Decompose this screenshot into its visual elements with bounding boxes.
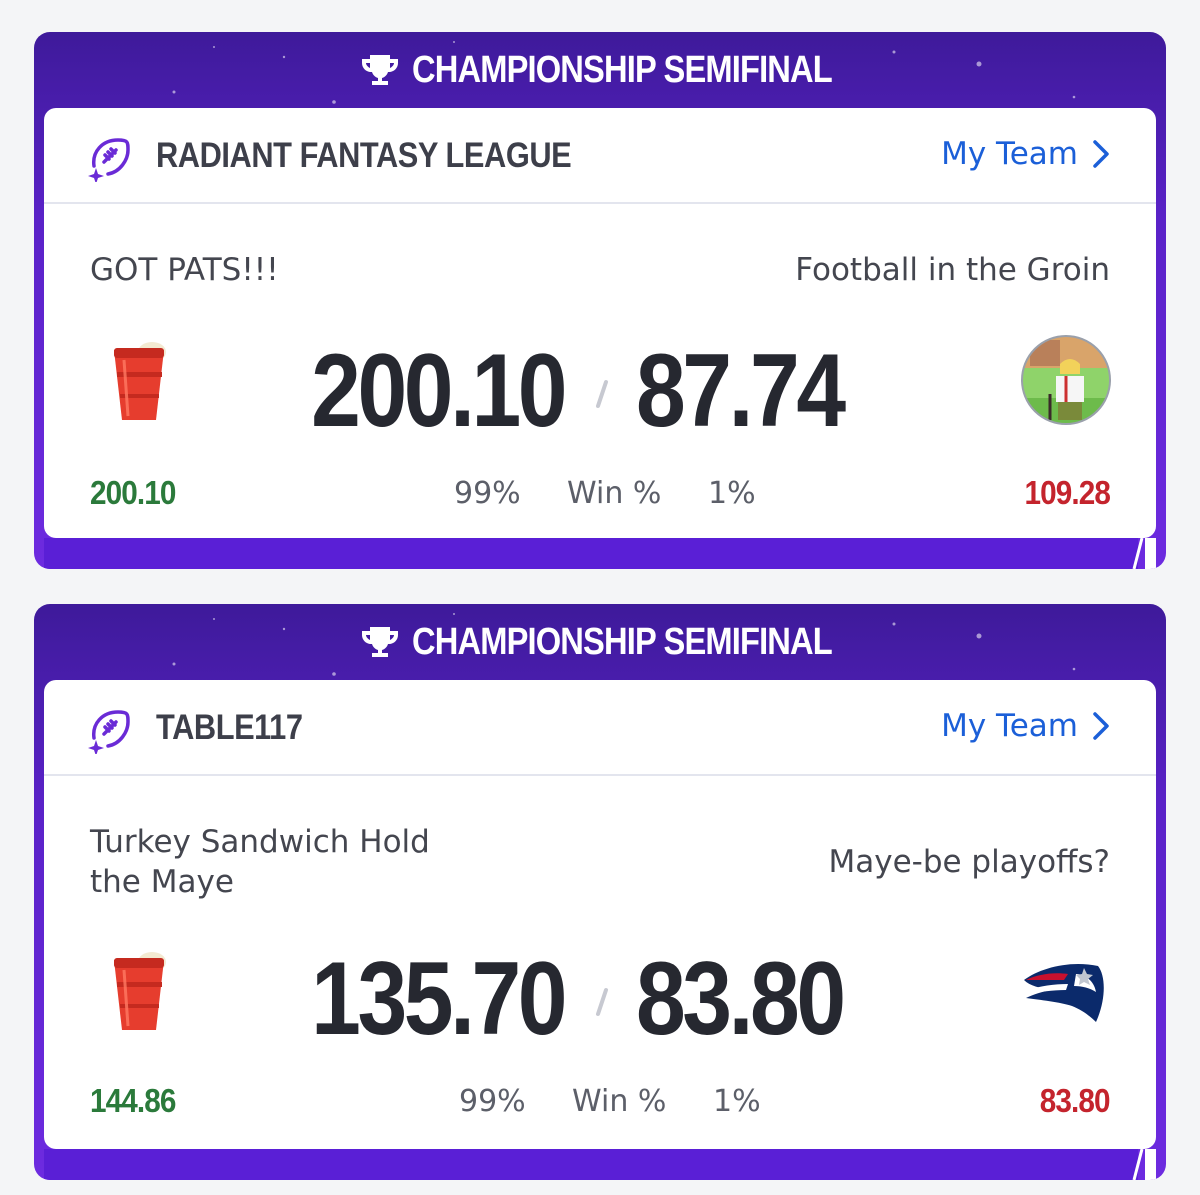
right-team-name[interactable]: Maye-be playoffs? — [828, 842, 1110, 882]
win-probability-bar — [44, 1149, 1156, 1180]
chevron-right-icon — [1093, 712, 1109, 740]
score-row: 200.10 87.74 — [44, 336, 1156, 446]
my-team-label: My Team — [941, 136, 1078, 172]
round-banner: CHAMPIONSHIP SEMIFINAL — [34, 604, 1166, 680]
right-projected-score: 109.28 — [1024, 474, 1111, 511]
league-header: RADIANT FANTASY LEAGUE My Team — [44, 108, 1156, 204]
left-win-pct: 99% — [459, 1084, 526, 1119]
trophy-icon — [361, 55, 398, 85]
football-sparkle-icon — [88, 710, 130, 754]
right-team-name[interactable]: Football in the Groin — [795, 250, 1110, 290]
score-divider — [596, 988, 608, 1016]
right-projected-score: 83.80 — [1040, 1082, 1111, 1119]
patriots-logo-icon[interactable] — [1020, 950, 1112, 1042]
matchup-card[interactable]: CHAMPIONSHIP SEMIFINAL RADIANT FANTASY L… — [34, 32, 1166, 569]
my-team-link[interactable]: My Team — [941, 708, 1110, 744]
left-projected-score: 200.10 — [90, 474, 176, 511]
win-probability-bar — [44, 538, 1156, 569]
chevron-right-icon — [1093, 140, 1109, 168]
matchup-panel: RADIANT FANTASY LEAGUE My Team GOT PATS!… — [44, 108, 1156, 538]
left-team-score: 200.10 — [311, 333, 567, 449]
trophy-icon — [361, 627, 398, 657]
left-projected-score: 144.86 — [90, 1082, 176, 1119]
banner-title: CHAMPIONSHIP SEMIFINAL — [411, 48, 833, 91]
cartoon-old-man-avatar[interactable] — [1020, 334, 1112, 426]
left-win-pct: 99% — [454, 476, 521, 511]
left-team-score: 135.70 — [311, 941, 567, 1057]
win-pct-label: Win % — [567, 476, 662, 511]
league-header: TABLE117 My Team — [44, 680, 1156, 776]
win-probability-row: 144.86 99% Win % 1% 83.80 — [44, 1082, 1156, 1122]
right-win-pct: 1% — [713, 1084, 761, 1119]
round-banner: CHAMPIONSHIP SEMIFINAL — [34, 32, 1166, 108]
league-name: TABLE117 — [156, 708, 303, 747]
banner-title: CHAMPIONSHIP SEMIFINAL — [411, 620, 833, 663]
right-win-pct: 1% — [708, 476, 756, 511]
football-sparkle-icon — [88, 138, 130, 182]
matchup-panel: TABLE117 My Team Turkey Sandwich Hold th… — [44, 680, 1156, 1149]
my-team-link[interactable]: My Team — [941, 136, 1110, 172]
right-team-score: 87.74 — [636, 333, 846, 449]
left-team-name[interactable]: Turkey Sandwich Hold the Maye — [90, 822, 470, 902]
score-row: 135.70 83.80 — [44, 944, 1156, 1054]
win-probability-row: 200.10 99% Win % 1% 109.28 — [44, 474, 1156, 514]
score-divider — [596, 380, 608, 408]
left-team-name[interactable]: GOT PATS!!! — [90, 250, 470, 290]
win-pct-label: Win % — [572, 1084, 667, 1119]
matchup-card[interactable]: CHAMPIONSHIP SEMIFINAL TABLE117 My Team … — [34, 604, 1166, 1180]
league-name: RADIANT FANTASY LEAGUE — [156, 136, 572, 175]
my-team-label: My Team — [941, 708, 1078, 744]
right-team-score: 83.80 — [636, 941, 846, 1057]
